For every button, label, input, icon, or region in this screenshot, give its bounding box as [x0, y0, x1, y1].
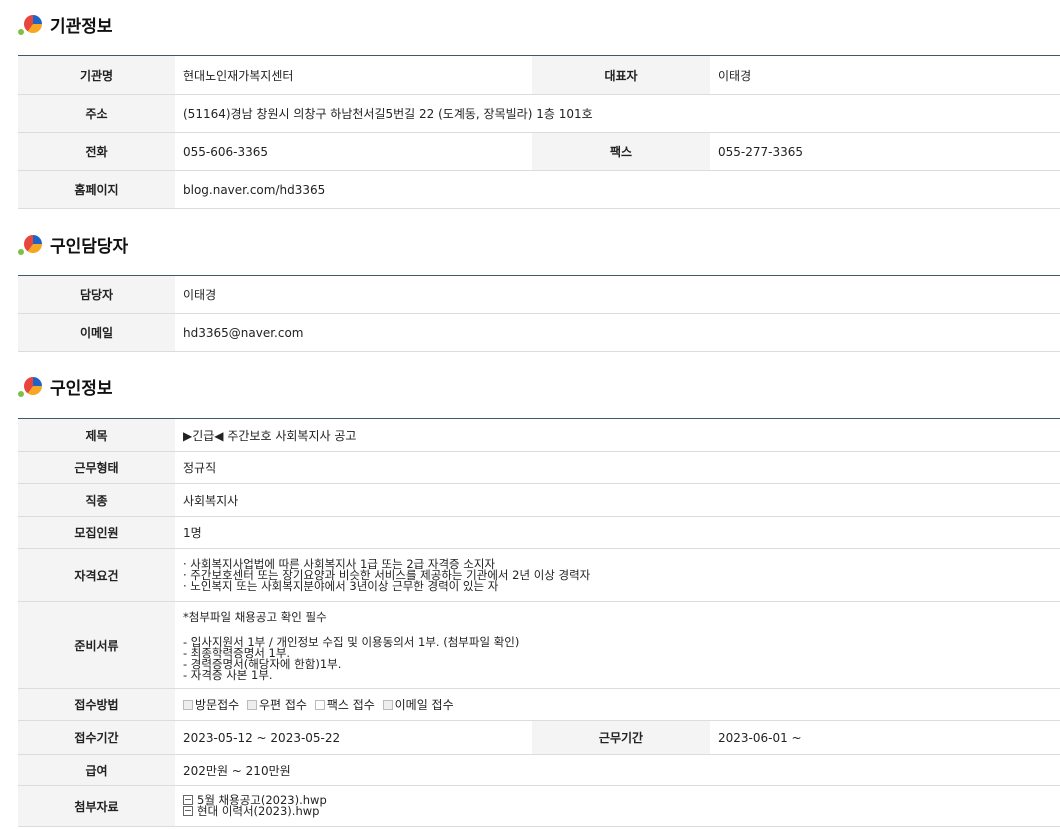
attachment-name: 현대 이력서(2023).hwp	[197, 804, 320, 818]
label-tel: 전화	[18, 132, 175, 171]
logo-icon	[18, 375, 46, 399]
table-row: 자격요건 · 사회복지사업법에 따른 사회복지사 1급 또는 2급 자격증 소지…	[18, 548, 1060, 602]
method-visit: 방문접수	[195, 698, 240, 712]
table-row: 홈페이지 blog.naver.com/hd3365	[18, 170, 1060, 209]
table-row: 모집인원 1명	[18, 516, 1060, 549]
address: (51164)경남 창원시 의창구 하남천서길5번길 22 (도계동, 장목빌라…	[175, 94, 1060, 133]
fax: 055-277-3365	[710, 132, 1060, 171]
label-work-period: 근무기간	[532, 720, 710, 755]
homepage-link[interactable]: blog.naver.com/hd3365	[175, 170, 1060, 209]
label-job-title: 제목	[18, 418, 175, 452]
contact-table: 담당자 이태경 이메일 hd3365@naver.com	[18, 275, 1060, 352]
attachment-link[interactable]: 현대 이력서(2023).hwp	[183, 804, 1052, 818]
work-period: 2023-06-01 ~	[710, 720, 1060, 755]
tel: 055-606-3365	[175, 132, 532, 171]
checkbox-mail[interactable]	[247, 700, 257, 710]
section-title-org: 기관정보	[18, 12, 113, 37]
file-icon	[183, 795, 193, 805]
label-homepage: 홈페이지	[18, 170, 175, 209]
job-title: ▶긴급◀ 주간보호 사회복지사 공고	[175, 418, 1060, 452]
qualifications: · 사회복지사업법에 따른 사회복지사 1급 또는 2급 자격증 소지자 · 주…	[175, 548, 1060, 602]
table-row: 전화 055-606-3365 팩스 055-277-3365	[18, 132, 1060, 171]
org-info-table: 기관명 현대노인재가복지센터 대표자 이태경 주소 (51164)경남 창원시 …	[18, 55, 1060, 209]
table-row: 직종 사회복지사	[18, 483, 1060, 517]
checkbox-visit[interactable]	[183, 700, 193, 710]
table-row: 준비서류 *첨부파일 채용공고 확인 필수 - 입사지원서 1부 / 개인정보 …	[18, 601, 1060, 689]
salary: 202만원 ~ 210만원	[175, 754, 1060, 786]
method-mail: 우편 접수	[259, 698, 307, 712]
table-row: 이메일 hd3365@naver.com	[18, 313, 1060, 352]
contact-email[interactable]: hd3365@naver.com	[175, 313, 1060, 352]
org-name: 현대노인재가복지센터	[175, 55, 532, 95]
label-occupation: 직종	[18, 483, 175, 517]
checkbox-fax[interactable]	[314, 700, 325, 710]
label-attachments: 첨부자료	[18, 785, 175, 827]
section-heading: 구인정보	[50, 379, 113, 399]
documents-cell: *첨부파일 채용공고 확인 필수 - 입사지원서 1부 / 개인정보 수집 및 …	[175, 601, 1060, 689]
label-contact-person: 담당자	[18, 275, 175, 314]
label-apply-period: 접수기간	[18, 720, 175, 755]
section-title-contact: 구인담당자	[18, 232, 128, 257]
checkbox-email[interactable]	[382, 700, 393, 710]
label-org-name: 기관명	[18, 55, 175, 95]
work-type: 정규직	[175, 451, 1060, 484]
label-rep: 대표자	[532, 55, 710, 95]
headcount: 1명	[175, 516, 1060, 549]
label-documents: 준비서류	[18, 601, 175, 689]
table-row: 주소 (51164)경남 창원시 의창구 하남천서길5번길 22 (도계동, 장…	[18, 94, 1060, 133]
contact-person: 이태경	[175, 275, 1060, 314]
documents-note: *첨부파일 채용공고 확인 필수	[183, 610, 327, 624]
logo-icon	[18, 13, 46, 37]
logo-icon	[18, 233, 46, 257]
section-heading: 구인담당자	[50, 237, 129, 257]
table-row: 기관명 현대노인재가복지센터 대표자 이태경	[18, 55, 1060, 95]
apply-methods: 방문접수 우편 접수 팩스 접수 이메일 접수	[175, 688, 1060, 721]
label-salary: 급여	[18, 754, 175, 786]
attachments: 5월 채용공고(2023).hwp 현대 이력서(2023).hwp	[175, 785, 1060, 827]
table-row: 근무형태 정규직	[18, 451, 1060, 484]
method-fax: 팩스 접수	[326, 698, 375, 712]
label-fax: 팩스	[532, 132, 710, 171]
label-work-type: 근무형태	[18, 451, 175, 484]
job-info-table: 제목 ▶긴급◀ 주간보호 사회복지사 공고 근무형태 정규직 직종 사회복지사 …	[18, 418, 1060, 827]
label-qualifications: 자격요건	[18, 548, 175, 602]
label-address: 주소	[18, 94, 175, 133]
table-row: 접수방법 방문접수 우편 접수 팩스 접수 이메일 접수	[18, 688, 1060, 721]
table-row: 첨부자료 5월 채용공고(2023).hwp 현대 이력서(2023).hwp	[18, 785, 1060, 827]
rep-name: 이태경	[710, 55, 1060, 95]
occupation: 사회복지사	[175, 483, 1060, 517]
label-email: 이메일	[18, 313, 175, 352]
label-headcount: 모집인원	[18, 516, 175, 549]
method-email: 이메일 접수	[394, 698, 454, 712]
table-row: 담당자 이태경	[18, 275, 1060, 314]
apply-period: 2023-05-12 ~ 2023-05-22	[175, 720, 532, 755]
section-heading: 기관정보	[50, 17, 113, 37]
file-icon	[183, 806, 193, 816]
table-row: 접수기간 2023-05-12 ~ 2023-05-22 근무기간 2023-0…	[18, 720, 1060, 755]
section-title-job: 구인정보	[18, 374, 113, 399]
table-row: 급여 202만원 ~ 210만원	[18, 754, 1060, 786]
documents-list: - 입사지원서 1부 / 개인정보 수집 및 이용동의서 1부. (첨부파일 확…	[183, 635, 520, 682]
label-apply-method: 접수방법	[18, 688, 175, 721]
table-row: 제목 ▶긴급◀ 주간보호 사회복지사 공고	[18, 418, 1060, 452]
